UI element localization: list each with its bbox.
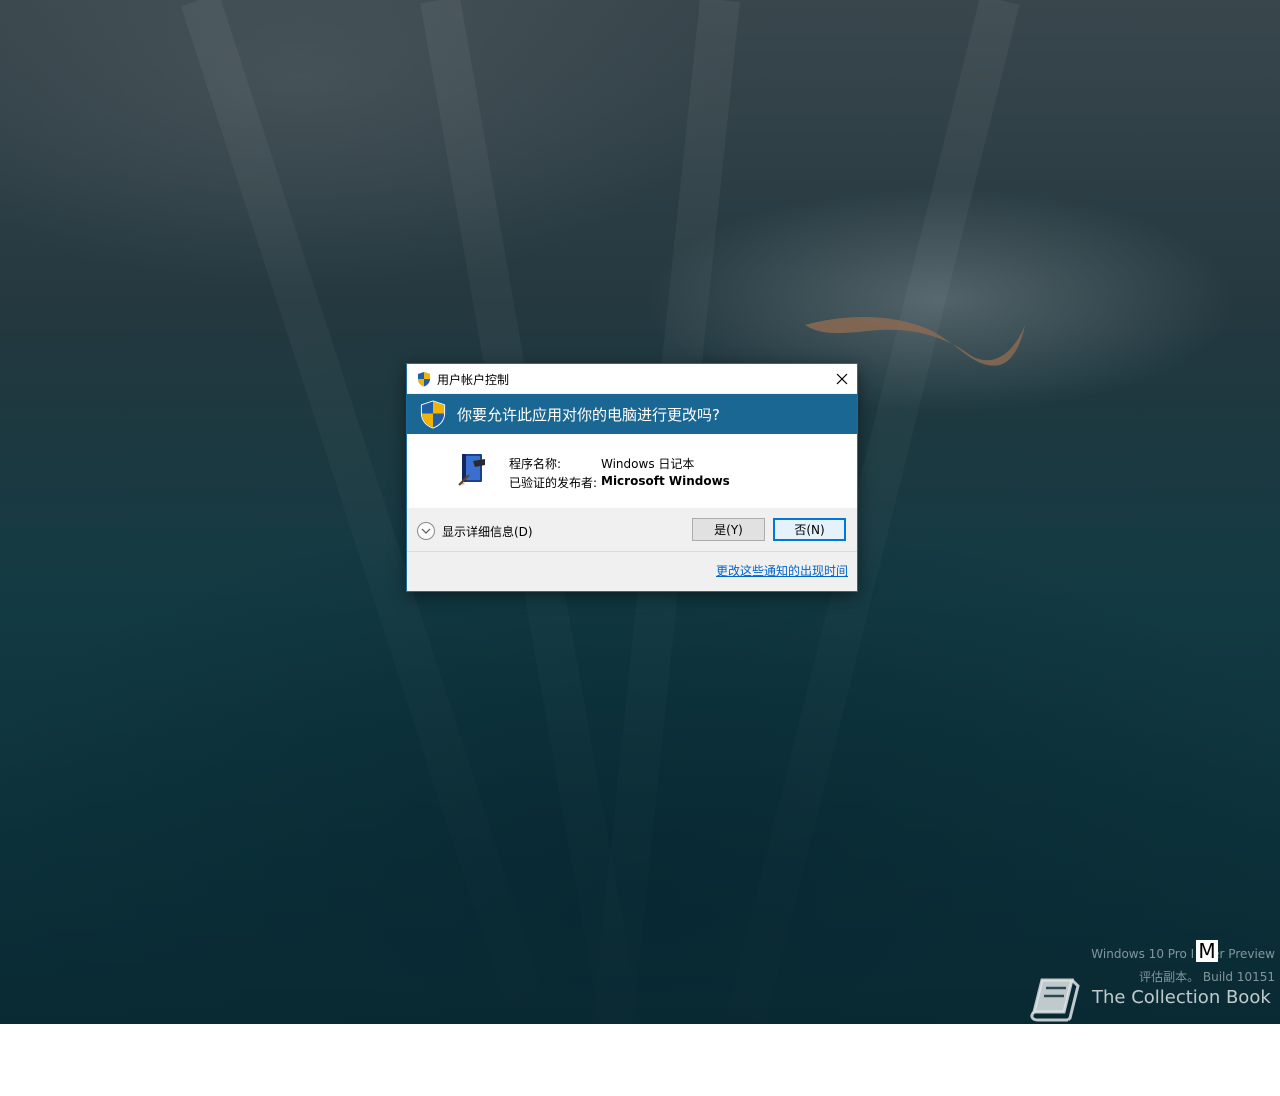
uac-shield-icon <box>420 400 446 429</box>
show-details-toggle[interactable]: 显示详细信息(D) <box>417 521 533 541</box>
windows-journal-icon <box>458 454 485 486</box>
watermark-build: 评估副本。 Build 10151 <box>1139 970 1275 984</box>
yes-button[interactable]: 是(Y) <box>692 518 765 541</box>
book-logo-icon <box>1030 978 1080 1022</box>
close-button[interactable] <box>827 364 857 393</box>
show-details-label: 显示详细信息(D) <box>442 524 533 539</box>
chevron-down-icon <box>417 522 435 540</box>
overlay-letter: M <box>1196 940 1218 962</box>
watermark-edition: Windows 10 Pro I er Preview <box>1091 947 1275 961</box>
dialog-title: 用户帐户控制 <box>437 373 510 387</box>
brand-text: The Collection Book <box>1092 987 1271 1008</box>
dialog-footer: 显示详细信息(D) 是(Y) 否(N) 更改这些通知的出现时间 <box>407 509 857 591</box>
shield-icon <box>418 372 430 387</box>
watermark-edition-pre: Windows 10 Pro I <box>1091 947 1195 961</box>
dialog-question: 你要允许此应用对你的电脑进行更改吗? <box>457 406 720 424</box>
close-icon <box>836 373 848 384</box>
question-header: 你要允许此应用对你的电脑进行更改吗? <box>407 394 857 434</box>
publisher-label: 已验证的发布者: <box>509 476 598 490</box>
dialog-titlebar: 用户帐户控制 <box>407 364 857 393</box>
watermark-edition-post: er Preview <box>1212 947 1275 961</box>
program-name-label: 程序名称: <box>509 457 562 471</box>
publisher-value: Microsoft Windows <box>601 474 730 488</box>
no-button[interactable]: 否(N) <box>773 518 846 541</box>
change-notification-settings-link[interactable]: 更改这些通知的出现时间 <box>716 562 848 579</box>
uac-dialog: 用户帐户控制 你要允许此应用对你的电脑进行更改吗? 程序名称: Windows … <box>406 363 858 592</box>
program-name-value: Windows 日记本 <box>601 457 695 471</box>
program-info-panel: 程序名称: Windows 日记本 已验证的发布者: Microsoft Win… <box>407 434 857 508</box>
footer-divider <box>407 551 857 552</box>
